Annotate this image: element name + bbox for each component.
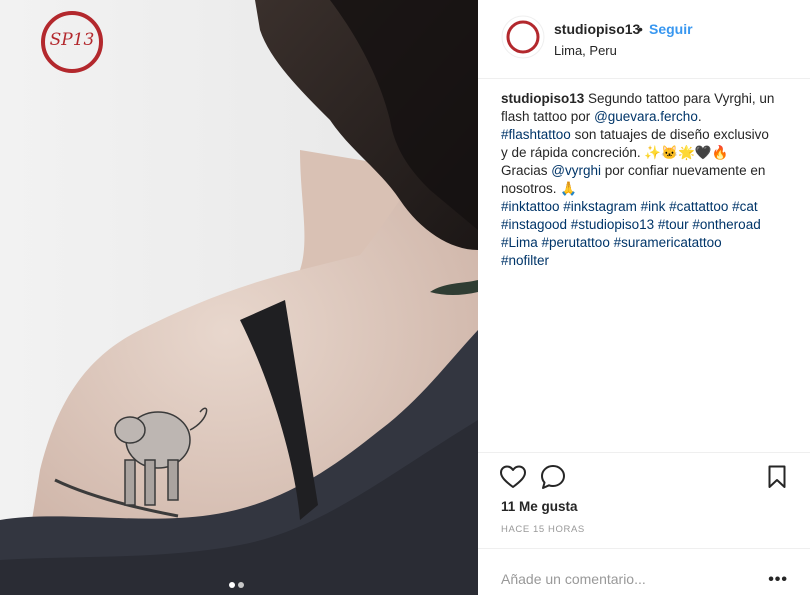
post-header: studiopiso13 • Seguir Lima, Peru [478, 0, 810, 79]
hashtag-links[interactable]: #inktattoo #inkstagram #ink #cattattoo #… [501, 198, 791, 216]
mention-link[interactable]: @vyrghi [551, 163, 601, 178]
heart-icon[interactable] [500, 465, 526, 494]
more-options-icon[interactable]: ••• [768, 571, 788, 589]
bookmark-icon[interactable] [768, 465, 786, 494]
comment-icon[interactable] [540, 464, 566, 495]
caption-text: . [697, 109, 702, 124]
hashtag-links[interactable]: #instagood #studiopiso13 #tour #ontheroa… [501, 216, 791, 234]
mention-link[interactable]: @guevara.fercho [594, 109, 698, 124]
follow-button[interactable]: Seguir [649, 21, 693, 37]
post-caption: studiopiso13 Segundo tattoo para Vyrghi,… [501, 90, 791, 270]
username-link[interactable]: studiopiso13 [554, 21, 640, 37]
caption-text: y de rápida concreción. ✨🐱🌟🖤🔥 [501, 145, 729, 160]
caption-text: flash tattoo por [501, 109, 595, 124]
caption-text: son tatuajes de diseño exclusivo [570, 127, 769, 142]
carousel-dot-active [229, 582, 235, 588]
post-details-panel: studiopiso13 • Seguir Lima, Peru studiop… [478, 0, 810, 595]
photo-brand-logo: SP13 [40, 10, 104, 74]
post-photo[interactable]: SP13 [0, 0, 478, 595]
hashtag-links[interactable]: #Lima #perutattoo #suramericatattoo [501, 234, 791, 252]
hashtag-link[interactable]: #flashtattoo [501, 127, 571, 142]
avatar[interactable] [501, 15, 545, 59]
separator-dot: • [638, 21, 643, 37]
comment-input[interactable] [501, 571, 761, 587]
post-actions: 11 Me gusta HACE 15 HORAS ••• [478, 452, 810, 596]
caption-text: nosotros. 🙏 [501, 181, 578, 196]
caption-text: Segundo tattoo para Vyrghi, un [584, 91, 775, 106]
caption-text: por confiar nuevamente en [600, 163, 766, 178]
carousel-indicator [229, 575, 247, 593]
photo-logo-text: SP13 [49, 30, 95, 50]
likes-count[interactable]: 11 Me gusta [501, 499, 578, 514]
caption-text: Gracias [501, 163, 552, 178]
hashtag-links[interactable]: #nofilter [501, 252, 791, 270]
post-timestamp: HACE 15 HORAS [501, 524, 585, 535]
tattoo-photo-image [0, 0, 478, 595]
carousel-dot [238, 582, 244, 588]
caption-author[interactable]: studiopiso13 [501, 91, 584, 106]
location-link[interactable]: Lima, Peru [554, 43, 617, 58]
comment-bar: ••• [478, 548, 810, 597]
